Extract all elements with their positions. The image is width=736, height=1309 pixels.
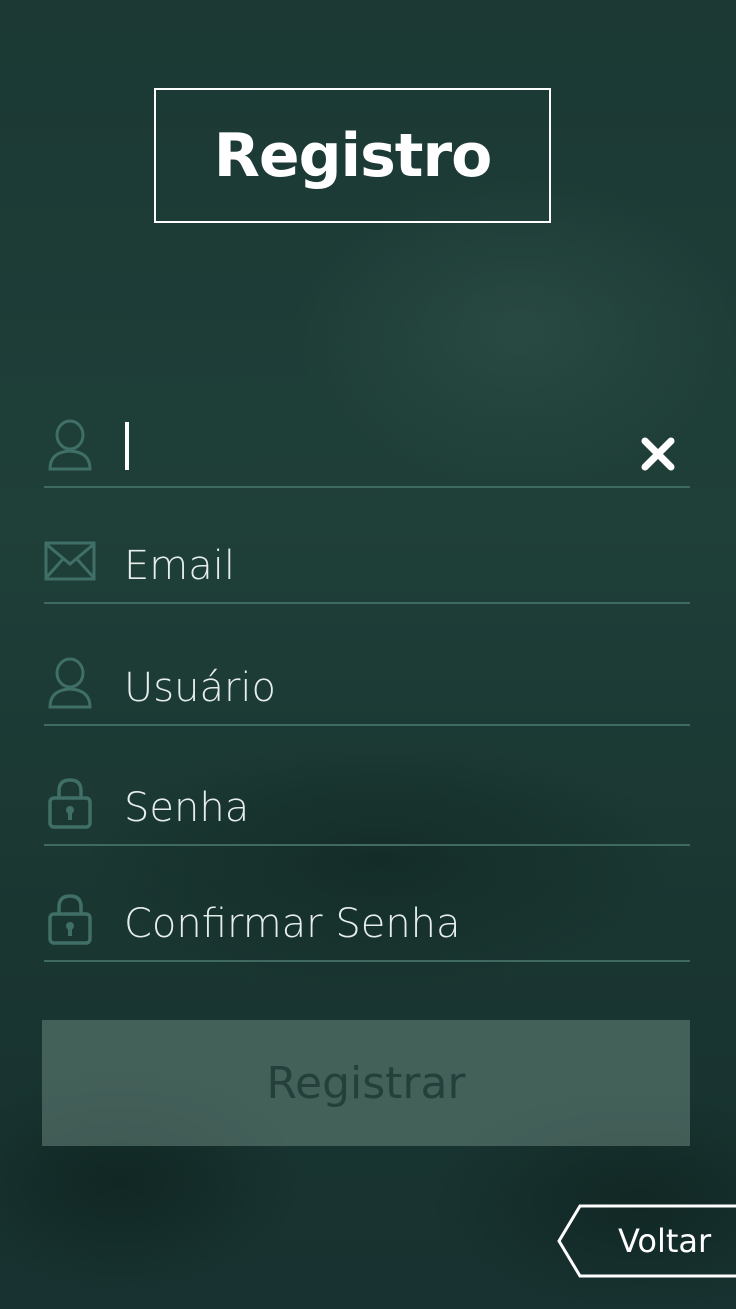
username-field-row [44, 654, 690, 726]
confirm-password-input[interactable] [124, 896, 630, 952]
back-button-label: Voltar [618, 1222, 712, 1260]
email-field-row [44, 532, 690, 604]
back-button[interactable]: Voltar [556, 1204, 736, 1278]
lock-icon [44, 892, 96, 946]
username-input[interactable] [124, 660, 630, 716]
close-icon[interactable] [640, 436, 676, 472]
envelope-icon [44, 534, 96, 588]
name-input[interactable] [124, 422, 630, 478]
password-input[interactable] [124, 780, 630, 836]
confirm-password-field-row [44, 890, 690, 962]
email-input[interactable] [124, 538, 630, 594]
user-icon [44, 656, 96, 710]
user-icon [44, 418, 96, 472]
password-field-row [44, 774, 690, 846]
page-title: Registro [213, 120, 493, 191]
page-title-box: Registro [154, 88, 551, 223]
name-field-row [44, 416, 690, 488]
lock-icon [44, 776, 96, 830]
register-button[interactable]: Registrar [42, 1020, 690, 1146]
text-cursor [125, 422, 129, 470]
